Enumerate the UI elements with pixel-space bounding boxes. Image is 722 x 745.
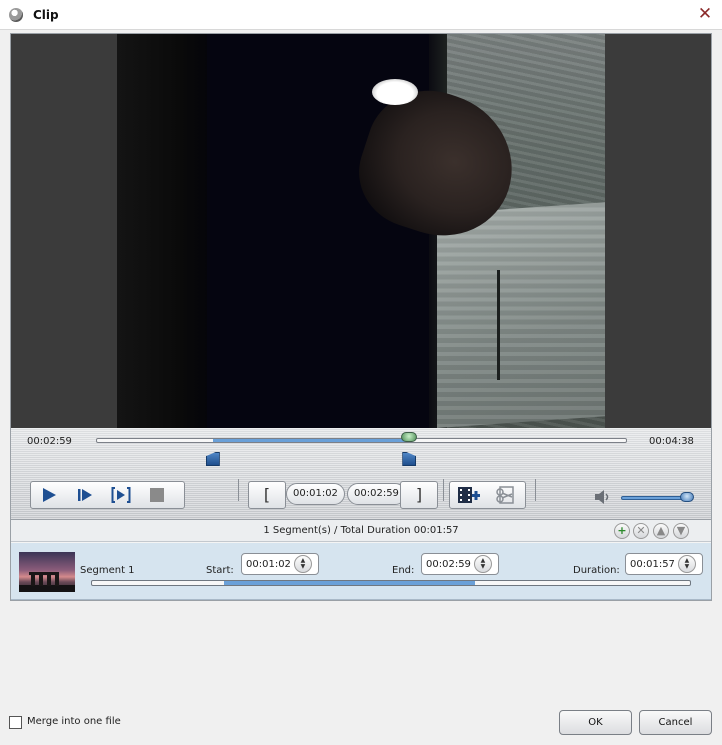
add-segment-icon: [457, 487, 480, 503]
set-end-button[interactable]: ]: [400, 481, 438, 509]
segments-header: 1 Segment(s) / Total Duration 00:01:57 +…: [11, 520, 711, 542]
start-time-value: 00:01:02: [246, 558, 291, 570]
close-icon: ✕: [697, 4, 713, 24]
duration-label: Duration:: [573, 565, 620, 576]
start-label: Start:: [206, 565, 234, 576]
selection-start-time: 00:01:02: [286, 483, 345, 505]
selection-end-time: 00:02:59: [347, 483, 406, 505]
duration-value: 00:01:57: [630, 558, 675, 570]
window-title: Clip: [33, 8, 59, 22]
app-icon: [9, 8, 23, 22]
segment-thumbnail: [19, 552, 75, 592]
volume-handle[interactable]: [680, 492, 695, 502]
stop-button[interactable]: [139, 482, 175, 508]
cut-button[interactable]: [488, 482, 526, 508]
title-bar: Clip ✕: [0, 0, 722, 30]
move-down-button[interactable]: ▼: [673, 523, 689, 539]
end-time-field[interactable]: 00:02:59 ▲ ▼: [421, 553, 499, 575]
add-segment-button[interactable]: [450, 482, 488, 508]
next-frame-button[interactable]: [103, 482, 139, 508]
cancel-button[interactable]: Cancel: [639, 710, 712, 735]
start-time-stepper[interactable]: ▲ ▼: [293, 555, 312, 573]
play-button[interactable]: [31, 482, 67, 508]
cut-icon: [496, 486, 514, 504]
segment-row[interactable]: Segment 1 Start: 00:01:02 ▲ ▼ End: 00:02:…: [11, 543, 711, 600]
segment-tools: [449, 481, 526, 509]
set-start-button[interactable]: [: [248, 481, 286, 509]
video-frame: [117, 34, 605, 428]
start-marker-handle[interactable]: [205, 452, 220, 466]
segment-range-fill: [223, 581, 475, 585]
end-time-stepper[interactable]: ▲ ▼: [473, 555, 492, 573]
end-time-value: 00:02:59: [426, 558, 471, 570]
step-forward-icon: [78, 489, 92, 501]
timeline-selection: [213, 439, 410, 442]
current-time: 00:02:59: [27, 436, 72, 447]
add-icon: +: [617, 524, 627, 537]
playhead-handle[interactable]: [401, 432, 418, 442]
ok-button[interactable]: OK: [559, 710, 632, 735]
clip-panel: 00:02:59 00:04:38 [ 00:01:02 00:02:59 ]: [10, 33, 712, 601]
speaker-icon[interactable]: [594, 489, 612, 505]
stop-icon: [150, 488, 164, 502]
player-controls: 00:02:59 00:04:38 [ 00:01:02 00:02:59 ]: [11, 428, 711, 520]
next-frame-icon: [111, 487, 131, 503]
video-preview: [11, 34, 711, 428]
remove-icon: ✕: [636, 524, 646, 537]
merge-checkbox[interactable]: [9, 716, 22, 729]
remove-segment-button[interactable]: ✕: [633, 523, 649, 539]
timeline-track[interactable]: [96, 438, 627, 443]
play-icon: [43, 488, 56, 502]
start-time-field[interactable]: 00:01:02 ▲ ▼: [241, 553, 319, 575]
segments-summary: 1 Segment(s) / Total Duration 00:01:57: [263, 525, 459, 536]
move-up-button[interactable]: ▲: [653, 523, 669, 539]
merge-label: Merge into one file: [27, 716, 121, 727]
end-label: End:: [392, 565, 415, 576]
down-icon: ▼: [676, 524, 686, 537]
duration-stepper[interactable]: ▲ ▼: [677, 555, 696, 573]
duration-field[interactable]: 00:01:57 ▲ ▼: [625, 553, 703, 575]
close-button[interactable]: ✕: [694, 3, 716, 25]
total-time: 00:04:38: [649, 436, 694, 447]
up-icon: ▲: [656, 524, 666, 537]
end-marker-handle[interactable]: [402, 452, 417, 466]
segment-name: Segment 1: [80, 565, 135, 576]
step-forward-button[interactable]: [67, 482, 103, 508]
add-segment-list-button[interactable]: +: [614, 523, 630, 539]
segment-range-bar: [91, 580, 691, 586]
playback-buttons: [30, 481, 185, 509]
